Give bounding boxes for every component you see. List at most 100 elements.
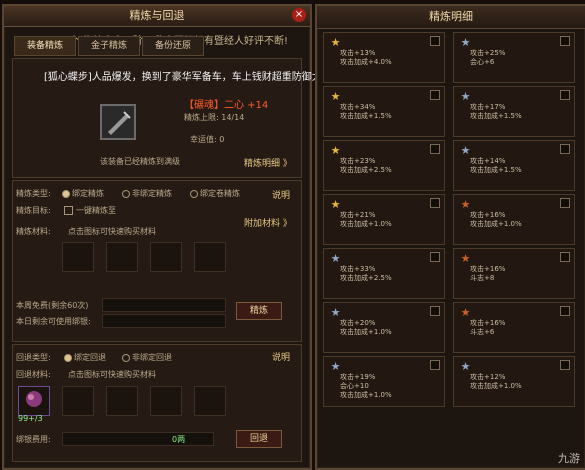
window-title: 精炼与回退: [4, 6, 310, 27]
lock-checkbox[interactable]: [430, 360, 440, 370]
stat-line: 攻击+25%: [470, 49, 506, 57]
lock-checkbox[interactable]: [560, 306, 570, 316]
detail-cell: ★ 攻击+16% 攻击加成+1.0%: [453, 194, 575, 245]
luck-value: 幸运值: 0: [190, 135, 225, 144]
lock-checkbox[interactable]: [430, 36, 440, 46]
remaining-bind-label: 本日剩余可使用绑银:: [16, 317, 91, 326]
material-slot[interactable]: [150, 242, 182, 272]
material-slot[interactable]: [150, 386, 182, 416]
lock-checkbox[interactable]: [560, 36, 570, 46]
refine-desc-link[interactable]: 说明: [272, 188, 290, 201]
blue-star-icon: ★: [330, 306, 341, 319]
radio-scroll-refine[interactable]: 绑定卷精炼: [190, 188, 240, 199]
stat-line: 攻击+19%: [340, 373, 376, 381]
detail-cell: ★ 攻击+21% 攻击加成+1.0%: [323, 194, 445, 245]
one-key-refine-checkbox[interactable]: 一键精炼至: [64, 205, 116, 216]
material-slot[interactable]: [194, 386, 226, 416]
remaining-bind-bar: [102, 314, 226, 328]
lock-checkbox[interactable]: [430, 144, 440, 154]
radio-on-icon: [64, 353, 72, 362]
detail-cell: ★ 攻击+13% 攻击加成+4.0%: [323, 32, 445, 83]
refine-button[interactable]: 精炼: [236, 302, 282, 320]
gold-star-icon: ★: [330, 144, 341, 157]
radio-bind-rollback[interactable]: 绑定回退: [64, 352, 106, 363]
stat-line: 攻击加成+1.5%: [470, 166, 522, 174]
stat-line: 攻击+13%: [340, 49, 376, 57]
radio-off-icon: [122, 353, 130, 362]
refine-material-label: 精炼材料:: [16, 227, 51, 236]
stat-line: 攻击加成+4.0%: [340, 58, 392, 66]
radio-nonbind-refine[interactable]: 非绑定精炼: [122, 188, 172, 199]
lock-checkbox[interactable]: [430, 306, 440, 316]
stat-line: 攻击加成+1.0%: [470, 220, 522, 228]
material-slot[interactable]: [194, 242, 226, 272]
material-slot[interactable]: [62, 386, 94, 416]
material-slot[interactable]: [62, 242, 94, 272]
detail-cell: ★ 攻击+20% 攻击加成+1.0%: [323, 302, 445, 353]
radio-bind-refine[interactable]: 绑定精炼: [62, 188, 104, 199]
gold-star-icon: ★: [330, 90, 341, 103]
blue-star-icon: ★: [460, 36, 471, 49]
free-count-label: 本周免费(剩余60次): [16, 301, 89, 310]
stat-line: 攻击加成+1.0%: [340, 391, 392, 399]
refine-material-hint: 点击图标可快速购买材料: [68, 227, 156, 236]
detail-cell: ★ 攻击+17% 攻击加成+1.5%: [453, 86, 575, 137]
detail-cell: ★ 攻击+25% 会心+6: [453, 32, 575, 83]
material-slot[interactable]: [106, 386, 138, 416]
detail-cell: ★ 攻击+33% 攻击加成+2.5%: [323, 248, 445, 299]
detail-cell: ★ 攻击+19% 会心+10 攻击加成+1.0%: [323, 356, 445, 407]
detail-title: 精炼明细: [317, 6, 585, 29]
blue-star-icon: ★: [330, 252, 341, 265]
rollback-cost-label: 绑银费用:: [16, 435, 51, 444]
add-material-link[interactable]: 附加材料 》: [244, 216, 292, 229]
stat-line: 攻击加成+2.5%: [340, 274, 392, 282]
lock-checkbox[interactable]: [560, 198, 570, 208]
sword-icon: [108, 111, 131, 135]
gold-star-icon: ★: [330, 198, 341, 211]
rollback-item-slot[interactable]: [18, 386, 50, 416]
refine-type-label: 精炼类型:: [16, 189, 51, 198]
lock-checkbox[interactable]: [430, 198, 440, 208]
stat-line: 攻击+16%: [470, 319, 506, 327]
lock-checkbox[interactable]: [560, 360, 570, 370]
rollback-button[interactable]: 回退: [236, 430, 282, 448]
cost-bar: [62, 432, 214, 446]
close-button[interactable]: ×: [292, 8, 306, 22]
rollback-item-count: 99+/3: [18, 414, 43, 423]
lock-checkbox[interactable]: [560, 90, 570, 100]
radio-off-icon: [190, 189, 198, 198]
lock-checkbox[interactable]: [430, 90, 440, 100]
radio-nonbind-rollback[interactable]: 非绑定回退: [122, 352, 172, 363]
stone-icon: [26, 391, 42, 407]
tab-backup-restore[interactable]: 备份还原: [142, 36, 204, 56]
blue-star-icon: ★: [460, 90, 471, 103]
lock-checkbox[interactable]: [430, 252, 440, 262]
blue-star-icon: ★: [330, 360, 341, 373]
stat-line: 攻击加成+1.5%: [470, 112, 522, 120]
tab-gold-refine[interactable]: 金子精炼: [78, 36, 140, 56]
stat-line: 攻击+17%: [470, 103, 506, 111]
refine-detail-link[interactable]: 精炼明细 》: [244, 156, 292, 169]
rollback-material-hint: 点击图标可快速购买材料: [68, 370, 156, 379]
stat-line: 斗志+6: [470, 328, 495, 336]
tab-equip-refine[interactable]: 装备精炼: [14, 36, 76, 56]
equipment-slot[interactable]: [100, 104, 136, 140]
radio-on-icon: [62, 189, 70, 198]
fully-refined-text: 该装备已经精炼到满级: [100, 157, 180, 166]
refine-target-label: 精炼目标:: [16, 206, 51, 215]
stat-line: 攻击+33%: [340, 265, 376, 273]
material-slot[interactable]: [106, 242, 138, 272]
stat-line: 攻击加成+1.0%: [340, 220, 392, 228]
blue-star-icon: ★: [460, 360, 471, 373]
stat-line: 攻击加成+1.5%: [340, 112, 392, 120]
lock-checkbox[interactable]: [560, 252, 570, 262]
rollback-desc-link[interactable]: 说明: [272, 350, 290, 363]
stat-line: 攻击+21%: [340, 211, 376, 219]
red-star-icon: ★: [460, 306, 471, 319]
blue-star-icon: ★: [460, 144, 471, 157]
stat-line: 攻击加成+1.0%: [470, 382, 522, 390]
stat-line: 攻击+16%: [470, 211, 506, 219]
free-count-bar: [102, 298, 226, 312]
rollback-material-label: 回退材料:: [16, 370, 51, 379]
lock-checkbox[interactable]: [560, 144, 570, 154]
